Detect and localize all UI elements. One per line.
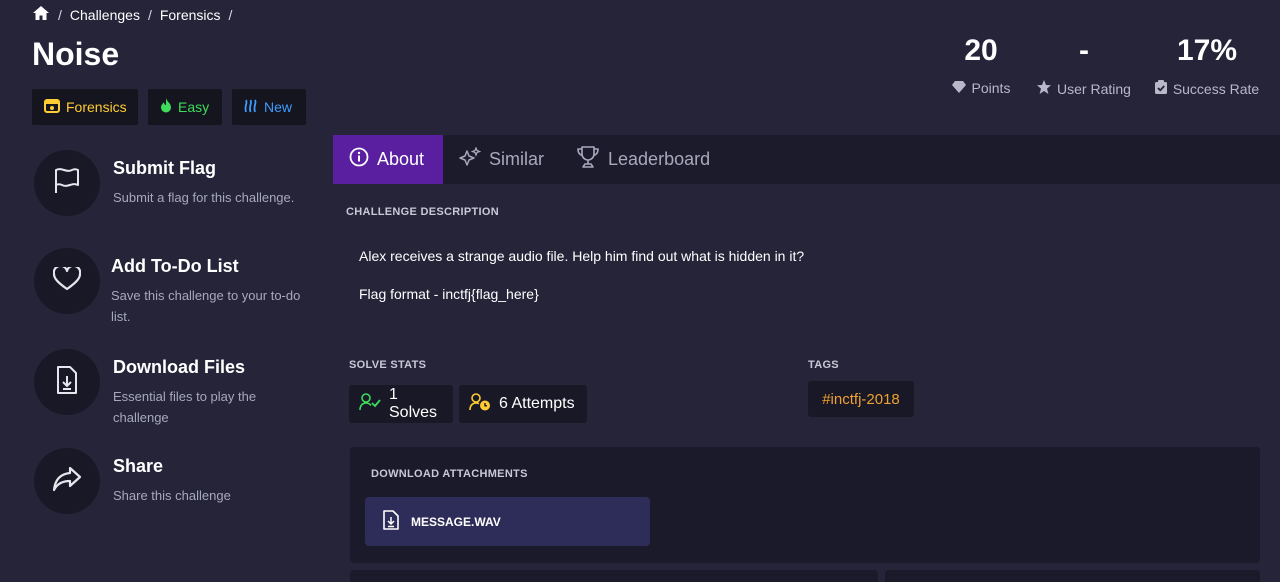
tab-bar: About Similar Leaderboard [333, 135, 1280, 184]
attachments-heading: DOWNLOAD ATTACHMENTS [371, 468, 528, 480]
success-label: Success Rate [1172, 80, 1260, 97]
user-check-icon [359, 392, 381, 416]
trophy-icon [576, 146, 600, 173]
tags-heading: TAGS [808, 359, 839, 371]
lower-card-right [885, 570, 1260, 582]
info-icon [349, 147, 369, 172]
points-label: Points [971, 80, 1011, 96]
attempts-count: 6 Attempts [499, 395, 575, 412]
gem-icon [951, 80, 966, 96]
breadcrumb-forensics[interactable]: Forensics [160, 7, 221, 23]
solves-count: 1 Solves [389, 386, 438, 421]
download-attachment-button[interactable]: MESSAGE.WAV [365, 497, 650, 546]
difficulty-label: Easy [178, 99, 210, 115]
star-icon [1037, 80, 1052, 97]
clipboard-check-icon [1154, 80, 1167, 97]
add-todo-subtitle: Save this challenge to your to-do list. [111, 288, 301, 324]
attachment-filename: MESSAGE.WAV [411, 514, 501, 529]
category-badge: Forensics [32, 89, 138, 125]
breadcrumb-separator: / [147, 6, 152, 23]
solve-stats-heading: SOLVE STATS [349, 359, 427, 371]
submit-flag-subtitle: Submit a flag for this challenge. [113, 190, 295, 205]
waves-icon [244, 99, 258, 116]
share-title[interactable]: Share [113, 456, 313, 477]
page-title: Noise [32, 36, 120, 72]
breadcrumb-separator: / [58, 6, 62, 23]
points-value: 20 [964, 34, 998, 67]
download-files-subtitle: Essential files to play the challenge [113, 389, 257, 425]
rating-stat: - User Rating [1034, 34, 1134, 97]
breadcrumb-challenges[interactable]: Challenges [70, 7, 140, 23]
status-badge: New [232, 89, 306, 125]
tab-about[interactable]: About [333, 135, 443, 184]
user-clock-icon [469, 392, 491, 416]
success-stat: 17% Success Rate [1154, 34, 1260, 97]
status-label: New [264, 99, 293, 115]
tab-similar-label: Similar [489, 149, 545, 169]
share-action[interactable]: Share Share this challenge [34, 448, 313, 514]
download-files-title[interactable]: Download Files [113, 357, 313, 378]
tab-leaderboard[interactable]: Leaderboard [560, 135, 726, 184]
rating-value: - [1079, 34, 1089, 67]
home-icon[interactable] [32, 5, 50, 24]
rating-label: User Rating [1057, 80, 1131, 97]
attempts-pill: 6 Attempts [459, 385, 587, 423]
download-files-action[interactable]: Download Files Essential files to play t… [34, 349, 313, 428]
forensics-icon [44, 98, 60, 116]
lower-card-left [350, 570, 878, 582]
description-line-2: Flag format - inctfj{flag_here} [359, 286, 539, 302]
tab-similar[interactable]: Similar [443, 135, 560, 184]
submit-flag-title[interactable]: Submit Flag [113, 158, 313, 179]
file-download-icon [383, 510, 399, 533]
description-heading: CHALLENGE DESCRIPTION [346, 206, 499, 218]
breadcrumb: / Challenges / Forensics / [32, 5, 232, 24]
badge-row: Forensics Easy New [32, 89, 306, 125]
category-label: Forensics [66, 99, 127, 115]
success-value: 17% [1176, 34, 1238, 67]
file-download-icon [56, 365, 78, 399]
flame-icon [160, 98, 172, 116]
flag-icon [53, 167, 81, 199]
tab-leaderboard-label: Leaderboard [608, 149, 711, 169]
share-icon [52, 466, 82, 497]
points-stat: 20 Points [946, 34, 1016, 96]
challenge-page: / Challenges / Forensics / Noise Forensi… [0, 0, 1280, 582]
add-todo-title[interactable]: Add To-Do List [111, 256, 311, 277]
solves-pill: 1 Solves [349, 385, 453, 423]
difficulty-badge: Easy [148, 89, 222, 125]
description-line-1: Alex receives a strange audio file. Help… [359, 248, 805, 264]
submit-flag-action[interactable]: Submit Flag Submit a flag for this chall… [34, 150, 313, 216]
tag-chip[interactable]: #inctfj-2018 [808, 381, 914, 417]
heart-icon [52, 264, 82, 296]
sparkles-icon [459, 146, 482, 172]
breadcrumb-separator: / [228, 6, 233, 23]
add-todo-action[interactable]: Add To-Do List Save this challenge to yo… [34, 248, 311, 327]
share-subtitle: Share this challenge [113, 488, 231, 503]
tab-about-label: About [377, 149, 425, 169]
